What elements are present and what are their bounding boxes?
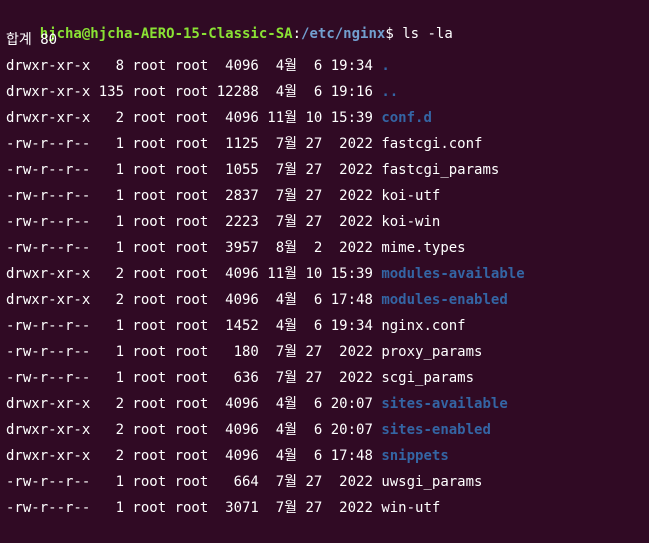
file-name: win-utf (381, 500, 441, 516)
file-name: scgi_params (381, 370, 475, 386)
entry-meta: drwxr-xr-x 2 root root 4096 4월 6 20:07 (6, 396, 382, 412)
entry-meta: -rw-r--r-- 1 root root 2223 7월 27 2022 (6, 214, 382, 230)
file-name: mime.types (381, 240, 466, 256)
entry-meta: drwxr-xr-x 2 root root 4096 4월 6 17:48 (6, 448, 382, 464)
listing-row: drwxr-xr-x 2 root root 4096 11월 10 15:39… (6, 108, 432, 128)
listing-row: drwxr-xr-x 2 root root 4096 4월 6 17:48 m… (6, 290, 508, 310)
prompt-symbol: $ (385, 26, 394, 42)
file-name: koi-win (381, 214, 441, 230)
listing-row: drwxr-xr-x 135 root root 12288 4월 6 19:1… (6, 82, 398, 102)
prompt-user-host: hjcha@hjcha-AERO-15-Classic-SA (39, 26, 293, 42)
file-name: fastcgi.conf (381, 136, 483, 152)
entry-meta: -rw-r--r-- 1 root root 664 7월 27 2022 (6, 474, 382, 490)
listing-row: drwxr-xr-x 2 root root 4096 4월 6 17:48 s… (6, 446, 449, 466)
listing-row: -rw-r--r-- 1 root root 1452 4월 6 19:34 n… (6, 316, 466, 336)
entry-meta: -rw-r--r-- 1 root root 1055 7월 27 2022 (6, 162, 382, 178)
directory-name: snippets (381, 448, 449, 464)
prompt-path: /etc/nginx (301, 26, 386, 42)
directory-name: . (381, 58, 390, 74)
listing-row: -rw-r--r-- 1 root root 1125 7월 27 2022 f… (6, 134, 482, 154)
listing-row: -rw-r--r-- 1 root root 2837 7월 27 2022 k… (6, 186, 440, 206)
file-name: fastcgi_params (381, 162, 500, 178)
directory-name: modules-available (381, 266, 525, 282)
listing-row: -rw-r--r-- 1 root root 3957 8월 2 2022 mi… (6, 238, 466, 258)
entry-meta: drwxr-xr-x 2 root root 4096 11월 10 15:39 (6, 266, 382, 282)
entry-meta: -rw-r--r-- 1 root root 1125 7월 27 2022 (6, 136, 382, 152)
listing-row: -rw-r--r-- 1 root root 180 7월 27 2022 pr… (6, 342, 482, 362)
file-name: proxy_params (381, 344, 483, 360)
entry-meta: drwxr-xr-x 2 root root 4096 4월 6 17:48 (6, 292, 382, 308)
active-prompt-line[interactable]: hjcha@hjcha-AERO-15-Classic-SA:/etc/ngin… (6, 524, 409, 543)
listing-row: -rw-r--r-- 1 root root 664 7월 27 2022 uw… (6, 472, 482, 492)
file-name: uwsgi_params (381, 474, 483, 490)
entry-meta: -rw-r--r-- 1 root root 2837 7월 27 2022 (6, 188, 382, 204)
entry-meta: drwxr-xr-x 135 root root 12288 4월 6 19:1… (6, 84, 382, 100)
listing-row: drwxr-xr-x 2 root root 4096 4월 6 20:07 s… (6, 420, 491, 440)
terminal-window[interactable]: hjcha@hjcha-AERO-15-Classic-SA:/etc/ngin… (0, 0, 649, 543)
listing-row: -rw-r--r-- 1 root root 2223 7월 27 2022 k… (6, 212, 440, 232)
entry-meta: drwxr-xr-x 2 root root 4096 4월 6 20:07 (6, 422, 382, 438)
entry-meta: drwxr-xr-x 8 root root 4096 4월 6 19:34 (6, 58, 382, 74)
entry-meta: -rw-r--r-- 1 root root 3071 7월 27 2022 (6, 500, 382, 516)
directory-name: modules-enabled (381, 292, 508, 308)
listing-row: drwxr-xr-x 2 root root 4096 4월 6 20:07 s… (6, 394, 508, 414)
total-line: 합계 80 (6, 32, 58, 48)
command-line: hjcha@hjcha-AERO-15-Classic-SA:/etc/ngin… (6, 4, 453, 42)
directory-name: sites-enabled (381, 422, 491, 438)
listing-row: -rw-r--r-- 1 root root 636 7월 27 2022 sc… (6, 368, 474, 388)
file-name: koi-utf (381, 188, 441, 204)
entry-meta: -rw-r--r-- 1 root root 180 7월 27 2022 (6, 344, 382, 360)
entry-meta: -rw-r--r-- 1 root root 636 7월 27 2022 (6, 370, 382, 386)
prompt-colon: : (292, 26, 302, 42)
file-name: nginx.conf (381, 318, 466, 334)
listing-row: -rw-r--r-- 1 root root 1055 7월 27 2022 f… (6, 160, 499, 180)
listing-row: drwxr-xr-x 8 root root 4096 4월 6 19:34 . (6, 56, 390, 76)
directory-name: sites-available (381, 396, 508, 412)
entry-meta: -rw-r--r-- 1 root root 1452 4월 6 19:34 (6, 318, 382, 334)
listing-row: -rw-r--r-- 1 root root 3071 7월 27 2022 w… (6, 498, 440, 518)
listing-row: drwxr-xr-x 2 root root 4096 11월 10 15:39… (6, 264, 525, 284)
directory-name: conf.d (381, 110, 432, 126)
entry-meta: drwxr-xr-x 2 root root 4096 11월 10 15:39 (6, 110, 382, 126)
entry-meta: -rw-r--r-- 1 root root 3957 8월 2 2022 (6, 240, 382, 256)
directory-name: .. (381, 84, 399, 100)
command-text: ls -la (402, 26, 453, 42)
